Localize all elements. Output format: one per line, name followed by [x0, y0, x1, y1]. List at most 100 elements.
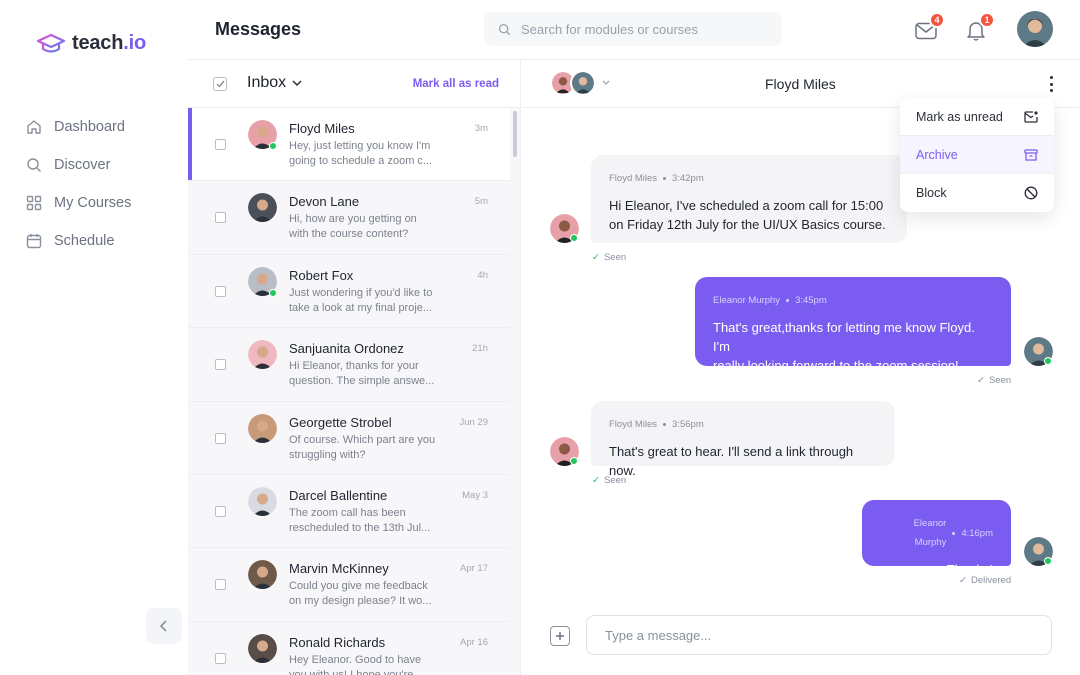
mail-unread-icon [1024, 110, 1038, 123]
participants-dropdown[interactable] [550, 70, 610, 96]
select-all-checkbox[interactable] [213, 77, 227, 91]
attach-button[interactable] [550, 626, 570, 646]
sidebar-nav: Dashboard Discover My Courses Schedule [26, 108, 131, 260]
online-indicator [570, 457, 578, 465]
conversation-preview: Of course. Which part are you struggling… [289, 433, 436, 461]
conversation-preview: Could you give me feedback on my design … [289, 580, 432, 608]
menu-item-archive[interactable]: Archive [900, 136, 1054, 174]
plus-icon [556, 632, 564, 640]
menu-item-label: Archive [916, 147, 958, 162]
block-icon [1024, 186, 1038, 200]
logo-text: teach.io [72, 32, 146, 54]
conversation-name: Sanjuanita Ordonez [289, 341, 404, 357]
archive-icon [1024, 148, 1038, 161]
top-bar: Messages 4 1 [188, 0, 1080, 60]
conversation-checkbox[interactable] [215, 359, 226, 371]
message-text: That's great to hear. I'll send a link t… [609, 444, 854, 478]
menu-item-block[interactable]: Block [900, 174, 1054, 212]
more-options-menu: Mark as unread Archive Block [900, 98, 1054, 212]
conversation-time: May 3 [462, 489, 488, 501]
conversation-item[interactable]: Ronald Richards Apr 16 Hey Eleanor. Good t… [188, 621, 510, 675]
conversation-name: Ronald Richards [289, 634, 386, 650]
collapse-sidebar-button[interactable] [146, 608, 182, 644]
message-bubble: Eleanor Murphy 3:45pm That's great,thanks… [695, 277, 1011, 373]
inbox-header: Inbox Mark all as read [188, 60, 520, 108]
online-indicator [269, 288, 277, 297]
conversation-preview: Just wondering if you'd like to take a l… [289, 286, 433, 314]
scrollbar[interactable] [513, 111, 517, 157]
message-composer[interactable] [586, 615, 1052, 655]
logo[interactable]: teach.io [36, 32, 146, 55]
message-status: ✓ Seen [977, 375, 1012, 386]
check-icon [216, 80, 225, 88]
chevron-down-icon [602, 80, 610, 85]
message-status: ✓ Delivered [959, 575, 1012, 586]
conversation-preview: Hi, how are you getting on with the cour… [289, 213, 417, 241]
menu-item-mark-unread[interactable]: Mark as unread [900, 98, 1054, 136]
menu-item-label: Mark as unread [916, 109, 1003, 124]
search-icon [27, 158, 41, 172]
more-options-button[interactable] [1045, 74, 1057, 94]
conversation-checkbox[interactable] [215, 505, 226, 517]
avatar [248, 193, 277, 223]
conversation-checkbox[interactable] [215, 579, 226, 591]
conversation-item[interactable]: Floyd Miles 3m Hey, just letting you know … [188, 108, 510, 182]
conversation-preview: Hi Eleanor, thanks for your question. Th… [289, 360, 435, 388]
online-indicator [269, 142, 277, 150]
message-status: ✓ Seen [592, 475, 627, 486]
notifications-button[interactable]: 1 [963, 12, 995, 44]
conversation-item[interactable]: Devon Lane 5m Hi, how are you getting on w… [188, 181, 510, 255]
sidebar-item-my-courses[interactable]: My Courses [26, 184, 131, 222]
sidebar-item-label: My Courses [54, 195, 132, 211]
page-title: Messages [215, 19, 302, 39]
search-box[interactable] [484, 12, 782, 46]
search-icon [498, 23, 511, 35]
conversation-name: Marvin McKinney [289, 561, 389, 577]
message-meta: Floyd Miles 3:56pm [609, 419, 704, 430]
chevron-left-icon [159, 620, 167, 632]
conversation-checkbox[interactable] [215, 285, 226, 297]
sidebar-item-schedule[interactable]: Schedule [26, 222, 131, 260]
avatar [248, 633, 277, 663]
participant-avatar [570, 70, 596, 96]
search-input[interactable] [521, 21, 761, 37]
conversation-item[interactable]: Darcel Ballentine May 3 The zoom call has … [188, 474, 510, 549]
conversation-item[interactable]: Marvin McKinney Apr 17 Could you give me f… [188, 548, 510, 622]
home-icon [27, 120, 41, 134]
conversation-preview: The zoom call has been rescheduled to th… [289, 506, 431, 534]
mark-all-read-link[interactable]: Mark all as read [413, 78, 499, 90]
sidebar-item-label: Dashboard [54, 119, 125, 135]
inbox-panel: Inbox Mark all as read Floyd Miles 3m Hey,… [188, 60, 521, 675]
conversation-time: 3m [474, 123, 488, 134]
grid-icon [26, 195, 42, 211]
chevron-down-icon [292, 79, 302, 86]
conversation-time: 5m [474, 196, 488, 208]
conversation-time: Apr 17 [460, 563, 488, 575]
sidebar-item-discover[interactable]: Discover [26, 146, 131, 184]
online-indicator [1044, 557, 1052, 565]
message-meta: Eleanor Murphy 4:16pm [913, 518, 993, 548]
message-text: really looking forward to the zoom sessi… [713, 358, 959, 373]
conversation-name: Robert Fox [289, 267, 354, 283]
conversation-checkbox[interactable] [215, 432, 226, 444]
message-bubble: Floyd Miles 3:56pm That's great to hear. … [591, 401, 895, 478]
message-bubble: Eleanor Murphy 4:16pm Thanks! [862, 500, 1011, 577]
message-meta: Eleanor Murphy 3:45pm [713, 295, 827, 306]
conversation-item[interactable]: Sanjuanita Ordonez 21h Hi Eleanor, thanks … [188, 328, 510, 402]
sidebar-item-dashboard[interactable]: Dashboard [26, 108, 131, 146]
message-input[interactable] [605, 627, 1033, 643]
conversation-checkbox[interactable] [215, 139, 226, 150]
sidebar: teach.io Dashboard Discover My Courses S… [0, 0, 188, 675]
inbox-title: Inbox [247, 74, 287, 91]
conversation-checkbox[interactable] [215, 212, 226, 224]
conversation-checkbox[interactable] [215, 652, 226, 664]
conversation-item[interactable]: Georgette Strobel Jun 29 Of course. Which … [188, 401, 510, 475]
notification-badge: 1 [979, 12, 995, 28]
messages-button[interactable]: 4 [913, 12, 945, 44]
conversation-item[interactable]: Robert Fox 4h Just wondering if you'd like… [188, 254, 510, 329]
sidebar-item-label: Discover [54, 157, 111, 173]
conversation-time: Jun 29 [459, 416, 488, 428]
conversation-name: Darcel Ballentine [289, 487, 388, 503]
user-avatar[interactable] [1017, 11, 1053, 47]
inbox-filter-dropdown[interactable]: Inbox [247, 74, 302, 92]
